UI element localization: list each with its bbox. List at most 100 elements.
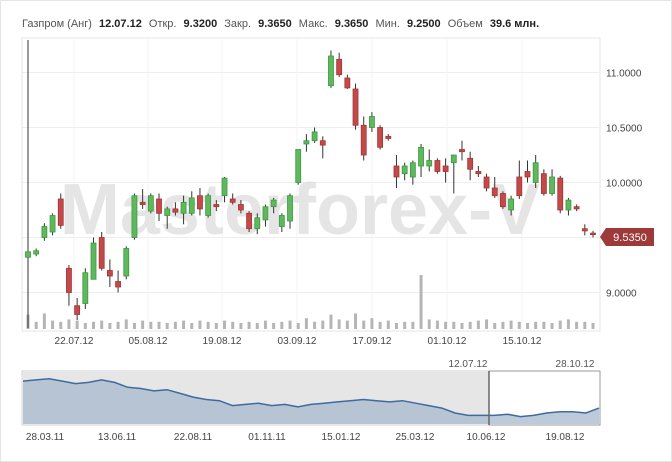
candle-body (418, 146, 424, 167)
navigator-window-start: 12.07.12 (449, 359, 488, 370)
candle-body (221, 177, 228, 197)
candle-body (303, 140, 310, 145)
candle-body (188, 197, 195, 214)
candle-body (254, 217, 261, 230)
volume-bar (296, 323, 300, 329)
candle-body (319, 140, 326, 146)
navigator-tick-label: 22.08.11 (174, 432, 213, 443)
date-value: 12.07.12 (99, 18, 142, 30)
candle-body (573, 206, 580, 210)
candle-body (352, 88, 359, 126)
volume-bar (288, 320, 292, 329)
candle-body (336, 58, 343, 76)
high-label: Макс. (299, 18, 328, 30)
candle-body (426, 160, 433, 167)
volume-bar (263, 320, 267, 329)
candle-body (131, 195, 138, 238)
x-tick-label: 03.09.12 (278, 336, 317, 347)
candle-body (237, 204, 244, 211)
candle-body (164, 208, 171, 216)
candle-body (295, 149, 302, 183)
close-value: 9.3650 (258, 18, 292, 30)
candle-body (434, 160, 441, 172)
x-tick-label: 01.10.12 (428, 336, 467, 347)
volume-bar (329, 314, 333, 329)
candle-body (205, 195, 212, 216)
y-tick-label: 11.0000 (606, 69, 642, 80)
candle-body (475, 171, 482, 175)
candle-body (49, 215, 56, 233)
y-tick-label: 9.0000 (606, 289, 637, 300)
candle-body (115, 281, 121, 288)
volume-bar (444, 321, 448, 329)
candle-body (197, 195, 203, 210)
candle-body (442, 165, 449, 172)
header-info: Газпром (Анг) 12.07.12 Откр. 9.3200 Закр… (22, 18, 539, 30)
candle-body (500, 193, 506, 208)
navigator-tick-label: 10.06.12 (467, 432, 506, 443)
volume-bar (575, 321, 579, 329)
candle-body (483, 176, 490, 189)
volume-bar (542, 321, 546, 329)
volume-bar (435, 320, 439, 329)
volume-bar (59, 321, 63, 329)
candle-body (590, 232, 596, 236)
x-tick-label: 19.08.12 (203, 336, 242, 347)
volume-bar (493, 323, 497, 329)
volume-bar (116, 321, 120, 329)
volume-bar (534, 321, 538, 329)
volume-bar (132, 323, 136, 329)
volume-bar (550, 323, 554, 329)
volume-bar (525, 323, 529, 329)
candle-body (491, 187, 498, 197)
volume-bar (304, 318, 308, 329)
candle-body (82, 272, 89, 304)
candle-body (33, 250, 40, 255)
candle-body (270, 199, 277, 208)
volume-bar (173, 321, 177, 329)
symbol-label: Газпром (Анг) (22, 18, 92, 30)
navigator-tick-label: 19.08.12 (546, 432, 585, 443)
candle-body (98, 237, 105, 269)
volume-bar (337, 319, 341, 329)
volume-bar (239, 323, 243, 329)
volume-bar (75, 320, 79, 329)
candle-body (311, 131, 318, 142)
candle-body (385, 135, 392, 139)
volume-bar (468, 321, 472, 329)
volume-bar (394, 323, 398, 329)
high-value: 9.3650 (335, 18, 369, 30)
open-label: Откр. (149, 18, 177, 30)
volume-bar (427, 319, 431, 329)
volume-bar (280, 321, 284, 329)
volume-bar (108, 323, 112, 329)
volume-bar (272, 323, 276, 329)
volume-bar (460, 323, 464, 329)
volume-bar (509, 320, 513, 329)
volume-bar (485, 319, 489, 329)
navigator-tick-label: 01.11.11 (248, 432, 286, 443)
candle-body (147, 195, 154, 212)
last-price-badge: 9.5350 (600, 228, 654, 246)
volume-bar (34, 321, 38, 329)
candle-body (123, 248, 130, 277)
y-tick-label: 10.0000 (606, 179, 643, 190)
navigator-tick-label: 28.03.11 (26, 432, 65, 443)
volume-label: Объем (448, 18, 483, 30)
candle-body (450, 154, 457, 164)
candle-body (401, 165, 408, 175)
candle-body (549, 176, 555, 194)
candle-body (360, 124, 367, 156)
volume-bar (198, 320, 202, 329)
candle-body (393, 165, 400, 178)
volume-bar (476, 320, 480, 329)
y-tick-label: 10.5000 (606, 124, 643, 135)
volume-bar (558, 320, 562, 329)
volume-bar (92, 321, 96, 329)
navigator-tick-label: 15.01.12 (322, 432, 361, 443)
volume-bar (378, 321, 382, 329)
volume-bar (566, 319, 570, 329)
close-label: Закр. (224, 18, 251, 30)
candle-body (139, 201, 146, 205)
volume-bar (370, 318, 374, 329)
